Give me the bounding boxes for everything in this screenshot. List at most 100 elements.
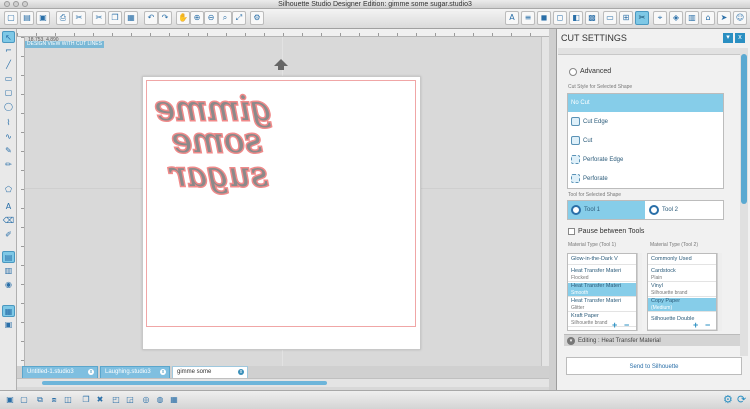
pan-hand-icon[interactable]: ✋ [176,11,190,25]
trace-icon[interactable]: ◈ [669,11,683,25]
gradient-icon[interactable]: ◧ [569,11,583,25]
weld-icon[interactable]: ◎ [140,394,152,406]
material-item[interactable]: Commonly Used [648,254,716,265]
layers-icon[interactable]: ▣ [2,319,15,331]
material-list-1-scrollbar[interactable] [637,253,642,331]
cut-style-perforate-edge[interactable]: Perforate Edge [568,151,723,169]
panel-collapse-button[interactable]: ▾ [723,33,733,43]
remove-material-button[interactable]: − [624,321,629,330]
send-back-icon[interactable]: ◲ [124,394,136,406]
add-material-button[interactable]: + [612,321,617,330]
replicate-icon[interactable]: ▦ [168,394,180,406]
scrollbar-thumb[interactable] [42,381,327,385]
editing-material-bar[interactable]: ▾ Editing : Heat Transfer Material [564,334,740,346]
settings-icon[interactable]: ⚙ [250,11,264,25]
registration-icon[interactable]: ⌖ [653,11,667,25]
edit-points-icon[interactable]: ⌐ [2,45,15,57]
deselect-icon[interactable]: ▢ [18,394,30,406]
gear-icon[interactable]: ⚙ [723,393,733,406]
save-icon[interactable]: ▣ [36,11,50,25]
send-icon[interactable]: ➤ [717,11,731,25]
panel-toggle-icon[interactable]: ▦ [2,305,15,317]
sync-icon[interactable]: ⟳ [737,393,746,406]
delete-icon[interactable]: ✖ [94,394,106,406]
pattern-icon[interactable]: ▩ [585,11,599,25]
design-artwork[interactable]: gimme some sugar gimme some sugar [150,90,278,198]
knife-tool-icon[interactable]: ✐ [2,229,15,241]
eraser-tool-icon[interactable]: ⌫ [2,215,15,227]
text-style-icon[interactable]: A [505,11,519,25]
material-item[interactable]: Vinyl Silhouette brand [648,283,716,297]
freehand-tool-icon[interactable]: ✎ [2,145,15,157]
zoom-fit-icon[interactable]: ⤢ [232,11,246,25]
store-icon[interactable]: ⌂ [701,11,715,25]
material-item[interactable]: Heat Transfer Materi Flocked [568,268,636,282]
tool-1-button[interactable]: Tool 1 [568,201,645,219]
ellipse-tool-icon[interactable]: ◯ [2,101,15,113]
library-view-icon[interactable]: ▥ [2,265,15,277]
grid-icon[interactable]: ⊞ [619,11,633,25]
print-icon[interactable]: ⎙ [56,11,70,25]
bring-front-icon[interactable]: ◰ [110,394,122,406]
line-tool-icon[interactable]: ╱ [2,59,15,71]
polygon-tool-icon[interactable]: ⌇ [2,117,15,129]
panel-scrollbar[interactable] [740,48,748,356]
undo-icon[interactable]: ↶ [144,11,158,25]
line-color-icon[interactable]: ◻ [553,11,567,25]
ungroup-icon[interactable]: ⧈ [48,394,60,406]
tab-close-icon[interactable]: x [238,369,244,375]
store-view-icon[interactable]: ◉ [2,279,15,291]
open-folder-icon[interactable]: ▤ [20,11,34,25]
cut-style-cut-edge[interactable]: Cut Edge [568,113,723,131]
duplicate-icon[interactable]: ❐ [80,394,92,406]
panel-close-button[interactable]: x [735,33,745,43]
zoom-out-icon[interactable]: ⊖ [204,11,218,25]
library-icon[interactable]: ▥ [685,11,699,25]
canvas-vertical-scrollbar[interactable] [541,37,549,377]
line-style-icon[interactable]: ≡ [521,11,535,25]
user-icon[interactable]: ☺ [733,11,747,25]
select-tool-icon[interactable]: ↖ [2,31,15,43]
zoom-in-icon[interactable]: ⊕ [190,11,204,25]
new-document-icon[interactable]: ▢ [4,11,18,25]
design-view-icon[interactable]: ▤ [2,251,15,263]
cut-style-cut[interactable]: Cut [568,132,723,150]
cut-style-perforate[interactable]: Perforate [568,170,723,188]
panel-scrollbar-thumb[interactable] [741,54,747,204]
send-to-silhouette-button[interactable]: Send to Silhouette [566,357,742,375]
text-tool-icon[interactable]: A [2,201,15,213]
rectangle-tool-icon[interactable]: ▭ [2,73,15,85]
fill-color-icon[interactable]: ◼ [537,11,551,25]
tab-laughing[interactable]: Laughing.studio3 x [100,366,170,378]
advanced-mode-radio[interactable]: Advanced [567,65,727,79]
material-list-2-scrollbar[interactable] [717,253,722,331]
tab-gimme-some-sugar[interactable]: gimme some sugar.studio3 x [172,366,248,386]
redo-icon[interactable]: ↷ [158,11,172,25]
material-item[interactable]: Heat Transfer Materi Glitter [568,298,636,312]
material-item[interactable]: Glow-in-the-Dark V [568,254,636,265]
remove-material-button[interactable]: − [705,321,710,330]
add-material-button[interactable]: + [693,321,698,330]
zoom-select-icon[interactable]: ⌕ [218,11,232,25]
tab-untitled-1[interactable]: Untitled-1.studio3 x [22,366,98,378]
polygon-shape-icon[interactable]: ⬠ [2,184,15,196]
curve-tool-icon[interactable]: ∿ [2,131,15,143]
tab-close-icon[interactable]: x [160,369,166,375]
material-item[interactable]: Cardstock Plain [648,268,716,282]
canvas-horizontal-scrollbar[interactable] [17,378,549,387]
cut-icon[interactable]: ✂ [92,11,106,25]
page-setup-icon[interactable]: ▭ [603,11,617,25]
pencil-tool-icon[interactable]: ✏ [2,159,15,171]
tool-2-button[interactable]: Tool 2 [646,201,723,219]
copy-icon[interactable]: ❐ [108,11,122,25]
select-all-icon[interactable]: ▣ [4,394,16,406]
pause-between-tools-checkbox[interactable]: Pause between Tools [567,226,724,237]
print-cut-icon[interactable]: ✂ [72,11,86,25]
cut-style-no-cut[interactable]: No Cut [568,94,723,112]
paste-icon[interactable]: ▦ [124,11,138,25]
material-item-selected[interactable]: Copy Paper (Medium) [648,298,716,312]
material-item-selected[interactable]: Heat Transfer Materi Smooth [568,283,636,297]
offset-icon[interactable]: ◍ [154,394,166,406]
rounded-rect-tool-icon[interactable]: ▢ [2,87,15,99]
tab-close-icon[interactable]: x [88,369,94,375]
